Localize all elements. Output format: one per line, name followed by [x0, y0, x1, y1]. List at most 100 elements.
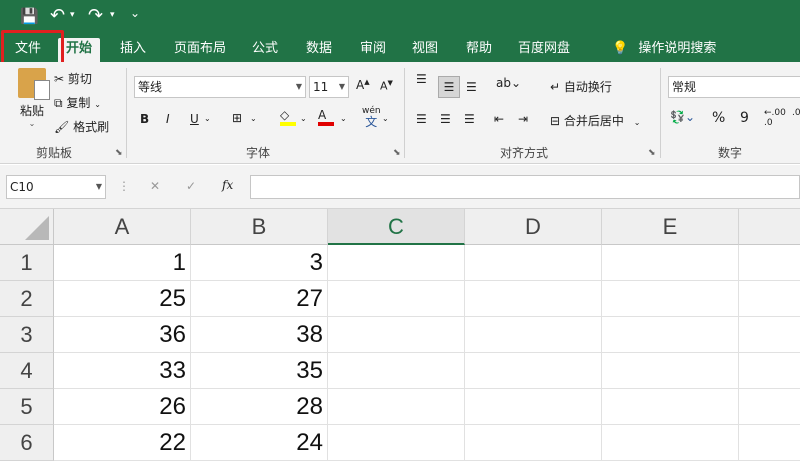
cell[interactable]	[465, 425, 602, 461]
formula-input[interactable]	[250, 175, 800, 199]
cell[interactable]	[739, 317, 800, 353]
enter-icon[interactable]: ✓	[186, 179, 196, 193]
cell[interactable]: 1	[54, 245, 191, 281]
row-header[interactable]: 5	[0, 389, 54, 425]
align-bottom-icon[interactable]: ☰	[466, 80, 477, 94]
orientation-icon[interactable]: ab⌄	[496, 76, 521, 90]
merge-center-button[interactable]: ⊟ 合并后居中 ⌄	[550, 112, 640, 129]
column-header-b[interactable]: B	[191, 209, 328, 245]
tab-help[interactable]: 帮助	[458, 38, 500, 62]
copy-button[interactable]: ⧉ 复制 ⌄	[54, 94, 101, 111]
borders-icon[interactable]: ⊞	[232, 111, 242, 125]
align-right-icon[interactable]: ☰	[464, 112, 475, 126]
alignment-launcher-icon[interactable]: ⬊	[648, 148, 656, 158]
cell[interactable]	[602, 245, 739, 281]
fill-color-dropdown-icon[interactable]: ⌄	[300, 114, 307, 123]
number-format-select[interactable]: 常规	[668, 76, 800, 98]
paste-button[interactable]: 粘贴 ⌄	[14, 68, 50, 128]
align-center-icon[interactable]: ☰	[440, 112, 451, 126]
phonetic-dropdown-icon[interactable]: ⌄	[382, 114, 389, 123]
cell[interactable]	[328, 245, 465, 281]
increase-indent-icon[interactable]: ⇥	[518, 112, 528, 126]
cell[interactable]	[602, 281, 739, 317]
row-header[interactable]: 4	[0, 353, 54, 389]
column-header-c[interactable]: C	[328, 209, 465, 245]
phonetic-guide-icon[interactable]: wén 文	[362, 106, 381, 128]
tab-home[interactable]: 开始	[58, 38, 101, 62]
font-launcher-icon[interactable]: ⬊	[393, 148, 401, 158]
cell[interactable]	[465, 389, 602, 425]
cell[interactable]	[602, 425, 739, 461]
font-name-select[interactable]: 等线 ▼	[134, 76, 306, 98]
cell[interactable]: 38	[191, 317, 328, 353]
cancel-icon[interactable]: ✕	[150, 179, 160, 193]
insert-function-icon[interactable]: fx	[222, 178, 233, 192]
cell[interactable]: 28	[191, 389, 328, 425]
cell[interactable]	[602, 389, 739, 425]
tab-view[interactable]: 视图	[404, 38, 446, 62]
cell[interactable]: 36	[54, 317, 191, 353]
borders-dropdown-icon[interactable]: ⌄	[250, 114, 257, 123]
tab-data[interactable]: 数据	[298, 38, 340, 62]
redo-dropdown-icon[interactable]: ▾	[110, 10, 115, 20]
align-top-icon[interactable]: ☰	[416, 72, 427, 86]
formula-bar-handle-icon[interactable]: ⋮	[118, 179, 130, 193]
accounting-format-icon[interactable]: 💱⌄	[670, 110, 695, 124]
select-all-corner[interactable]	[0, 209, 54, 245]
column-header-d[interactable]: D	[465, 209, 602, 245]
wrap-text-button[interactable]: ↵ 自动换行	[550, 78, 612, 95]
decrease-decimal-icon[interactable]: .0	[792, 108, 800, 118]
increase-font-icon[interactable]: A▲	[356, 78, 370, 92]
cell[interactable]	[602, 353, 739, 389]
cell[interactable]: 26	[54, 389, 191, 425]
cell[interactable]	[739, 389, 800, 425]
cell[interactable]: 35	[191, 353, 328, 389]
tab-insert[interactable]: 插入	[112, 38, 154, 62]
cell[interactable]	[465, 317, 602, 353]
row-header[interactable]: 2	[0, 281, 54, 317]
bold-button[interactable]: B	[140, 112, 149, 126]
align-middle-icon[interactable]: ☰	[438, 76, 460, 98]
decrease-font-icon[interactable]: A▼	[380, 79, 393, 93]
column-header-f[interactable]	[739, 209, 800, 245]
cell[interactable]: 3	[191, 245, 328, 281]
cell[interactable]	[328, 389, 465, 425]
cell[interactable]	[465, 353, 602, 389]
italic-button[interactable]: I	[166, 112, 170, 126]
font-color-icon[interactable]: A	[318, 108, 334, 126]
increase-decimal-button[interactable]: ←.00.0	[764, 108, 786, 128]
cell[interactable]	[465, 281, 602, 317]
column-header-e[interactable]: E	[602, 209, 739, 245]
undo-icon[interactable]: ↶	[50, 5, 65, 26]
tab-review[interactable]: 审阅	[352, 38, 394, 62]
cut-button[interactable]: ✂ 剪切	[54, 70, 92, 87]
cell[interactable]	[739, 425, 800, 461]
cell[interactable]	[328, 353, 465, 389]
tell-me-search[interactable]: 💡 操作说明搜索	[604, 38, 724, 62]
underline-button[interactable]: U	[190, 112, 199, 126]
underline-dropdown-icon[interactable]: ⌄	[204, 114, 211, 123]
tab-formulas[interactable]: 公式	[244, 38, 286, 62]
cell[interactable]	[739, 353, 800, 389]
percent-button[interactable]: %	[712, 110, 725, 126]
save-icon[interactable]: 💾	[20, 7, 39, 25]
column-header-a[interactable]: A	[54, 209, 191, 245]
row-header[interactable]: 3	[0, 317, 54, 353]
decrease-indent-icon[interactable]: ⇤	[494, 112, 504, 126]
cell[interactable]: 33	[54, 353, 191, 389]
redo-icon[interactable]: ↷	[88, 5, 103, 26]
cell[interactable]: 25	[54, 281, 191, 317]
cell[interactable]: 27	[191, 281, 328, 317]
comma-style-button[interactable]: 9	[740, 110, 749, 126]
font-size-select[interactable]: 11 ▼	[309, 76, 349, 98]
cell[interactable]: 24	[191, 425, 328, 461]
customize-qat-icon[interactable]: ⌄	[130, 6, 140, 20]
cell[interactable]	[328, 281, 465, 317]
tab-baidu-netdisk[interactable]: 百度网盘	[510, 38, 578, 62]
align-left-icon[interactable]: ☰	[416, 112, 427, 126]
cell[interactable]	[328, 317, 465, 353]
row-header[interactable]: 1	[0, 245, 54, 281]
clipboard-launcher-icon[interactable]: ⬊	[115, 148, 123, 158]
font-color-dropdown-icon[interactable]: ⌄	[340, 114, 347, 123]
cell[interactable]: 22	[54, 425, 191, 461]
